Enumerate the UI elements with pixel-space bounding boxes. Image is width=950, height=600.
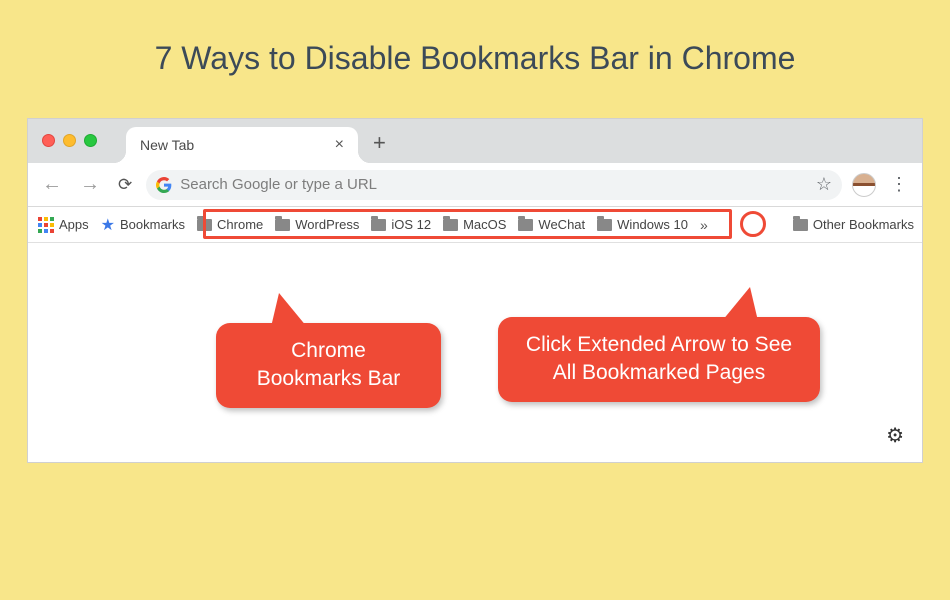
- star-icon: ★: [101, 215, 115, 235]
- folder-label: WeChat: [538, 217, 585, 232]
- other-bookmarks[interactable]: Other Bookmarks: [793, 217, 914, 232]
- callout-text: Chrome Bookmarks Bar: [257, 339, 401, 390]
- reload-button[interactable]: ⟳: [114, 175, 136, 195]
- bookmarks-overflow-button[interactable]: »: [698, 217, 710, 233]
- folder-label: iOS 12: [391, 217, 431, 232]
- bookmarks-label: Bookmarks: [120, 217, 185, 232]
- folder-icon: [793, 219, 808, 231]
- bookmark-folder[interactable]: Chrome: [195, 215, 265, 234]
- other-bookmarks-label: Other Bookmarks: [813, 217, 914, 232]
- bookmark-folder[interactable]: Windows 10: [595, 215, 690, 234]
- page-title: 7 Ways to Disable Bookmarks Bar in Chrom…: [0, 0, 950, 77]
- folder-label: MacOS: [463, 217, 506, 232]
- callout-text: Click Extended Arrow to See All Bookmark…: [526, 333, 792, 384]
- new-tab-button[interactable]: +: [373, 130, 386, 156]
- tab-strip: New Tab × +: [28, 119, 922, 163]
- address-bar-placeholder: Search Google or type a URL: [180, 176, 377, 193]
- profile-avatar[interactable]: [852, 173, 876, 197]
- apps-icon: [38, 217, 54, 233]
- folder-label: Windows 10: [617, 217, 688, 232]
- address-bar[interactable]: Search Google or type a URL ☆: [146, 170, 842, 200]
- page-content: Chrome Bookmarks Bar Click Extended Arro…: [28, 243, 922, 462]
- apps-shortcut[interactable]: Apps: [36, 215, 91, 235]
- bookmark-folder[interactable]: WordPress: [273, 215, 361, 234]
- folder-icon: [443, 219, 458, 231]
- minimize-window-button[interactable]: [63, 134, 76, 147]
- maximize-window-button[interactable]: [84, 134, 97, 147]
- close-window-button[interactable]: [42, 134, 55, 147]
- folder-icon: [597, 219, 612, 231]
- folder-label: WordPress: [295, 217, 359, 232]
- folder-icon: [275, 219, 290, 231]
- google-icon: [156, 177, 172, 193]
- toolbar: ← → ⟳ Search Google or type a URL ☆ ⋮: [28, 163, 922, 207]
- callout-tail: [271, 293, 307, 327]
- folder-icon: [197, 219, 212, 231]
- folder-icon: [518, 219, 533, 231]
- folder-label: Chrome: [217, 217, 263, 232]
- bookmark-star-icon[interactable]: ☆: [816, 174, 832, 195]
- settings-gear-icon[interactable]: ⚙: [886, 423, 904, 448]
- forward-button[interactable]: →: [76, 173, 104, 196]
- tab-label: New Tab: [140, 137, 194, 153]
- window-controls: [42, 134, 97, 147]
- close-tab-icon[interactable]: ×: [335, 137, 344, 153]
- folder-icon: [371, 219, 386, 231]
- apps-label: Apps: [59, 217, 89, 232]
- bookmark-folder[interactable]: WeChat: [516, 215, 587, 234]
- browser-window: New Tab × + ← → ⟳ Search Google or type …: [27, 118, 923, 463]
- annotation-highlight-circle: [740, 211, 766, 237]
- annotation-callout-bar: Chrome Bookmarks Bar: [216, 323, 441, 408]
- bookmark-folder[interactable]: iOS 12: [369, 215, 433, 234]
- browser-tab[interactable]: New Tab ×: [126, 127, 358, 163]
- annotation-callout-arrow: Click Extended Arrow to See All Bookmark…: [498, 317, 820, 402]
- back-button[interactable]: ←: [38, 173, 66, 196]
- callout-tail: [722, 287, 758, 321]
- menu-icon[interactable]: ⋮: [886, 174, 912, 195]
- bookmark-folder[interactable]: MacOS: [441, 215, 508, 234]
- bookmarks-bar: Apps ★ Bookmarks Chrome WordPress iOS 12…: [28, 207, 922, 243]
- bookmarks-shortcut[interactable]: ★ Bookmarks: [99, 213, 187, 237]
